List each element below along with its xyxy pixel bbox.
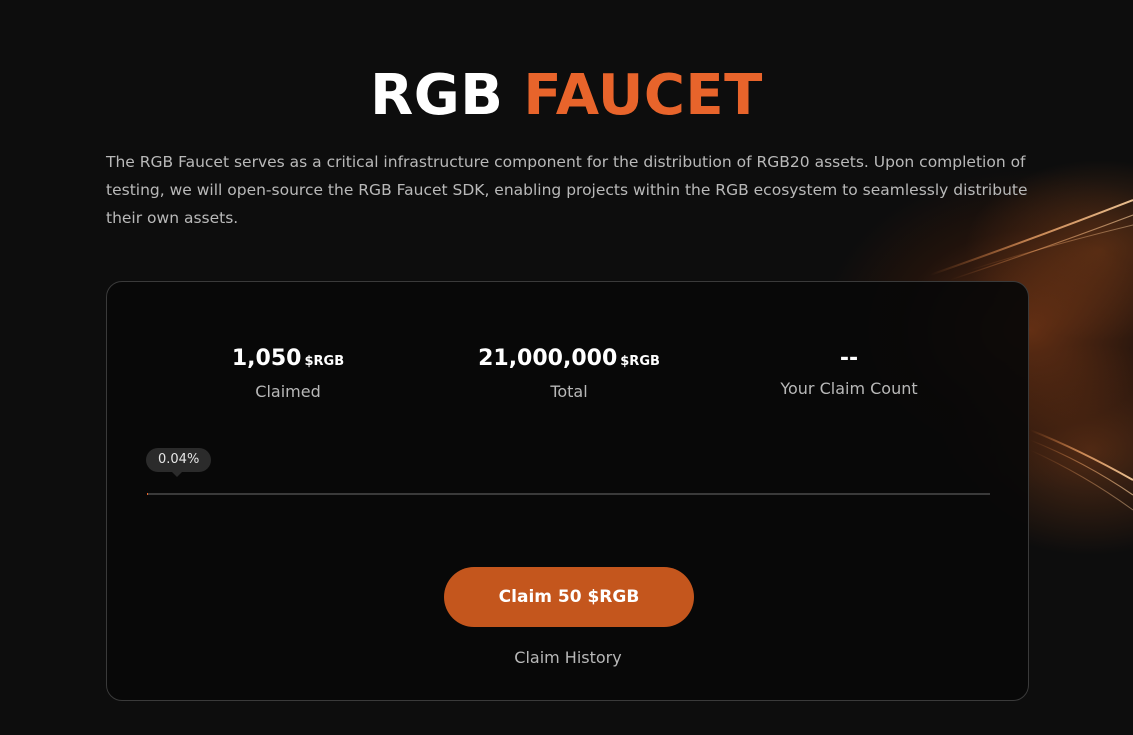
stat-claimed-value: 1,050 — [231, 346, 302, 371]
stat-total: 21,000,000 $RGB Total — [429, 344, 709, 403]
stat-your-claims: -- Your Claim Count — [709, 344, 989, 400]
stat-total-value-row: 21,000,000 $RGB — [429, 344, 709, 377]
stat-claimed-unit: $RGB — [304, 354, 345, 369]
stat-claimed: 1,050 $RGB Claimed — [148, 344, 428, 403]
page-description: The RGB Faucet serves as a critical infr… — [106, 153, 1028, 227]
stat-your-claims-label: Your Claim Count — [780, 379, 918, 398]
stat-claimed-value-row: 1,050 $RGB — [148, 344, 428, 377]
stat-your-claims-value: -- — [839, 346, 859, 371]
stat-total-unit: $RGB — [620, 354, 660, 369]
title-rgb: RGB — [370, 63, 504, 128]
faucet-card: 1,050 $RGB Claimed 21,000,000 $RGB Total -… — [106, 281, 1029, 701]
stat-claimed-label: Claimed — [255, 382, 321, 401]
stat-total-label: Total — [550, 382, 588, 401]
claim-history-link[interactable]: Claim History — [418, 648, 718, 667]
progress-track — [147, 493, 990, 495]
progress-percent-badge: 0.04% — [146, 448, 212, 477]
claim-button[interactable]: Claim 50 $RGB — [444, 567, 694, 627]
stat-total-value: 21,000,000 — [478, 346, 618, 371]
page-title: RGB FAUCET — [0, 62, 1133, 130]
title-faucet: FAUCET — [523, 63, 763, 128]
